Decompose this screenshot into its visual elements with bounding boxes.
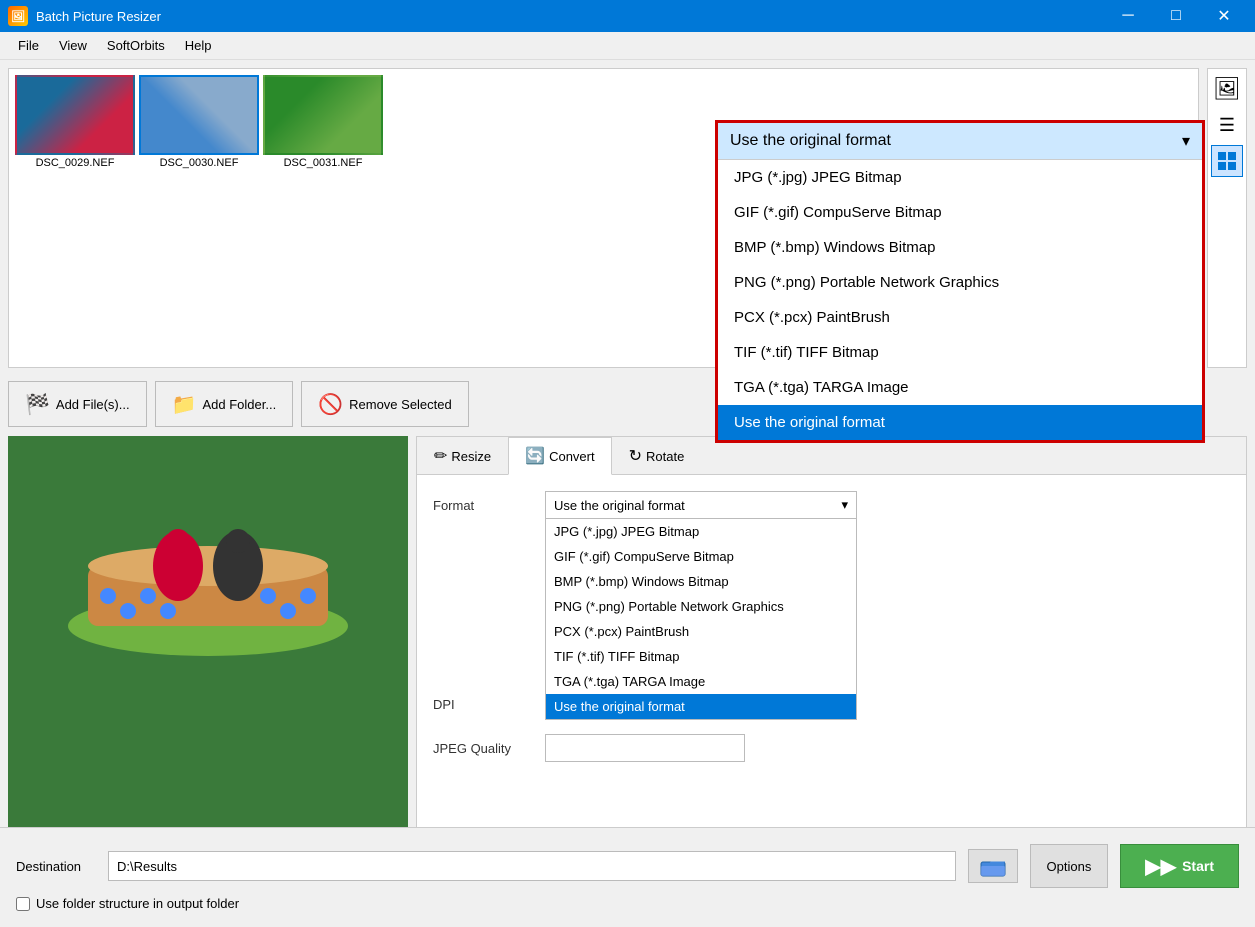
overlay-option-original[interactable]: Use the original format: [718, 405, 1202, 440]
convert-icon: 🔄: [525, 446, 545, 466]
overlay-option-pcx[interactable]: PCX (*.pcx) PaintBrush: [718, 300, 1202, 335]
add-files-button[interactable]: 🏁 Add File(s)...: [8, 381, 147, 427]
tab-resize[interactable]: ✏ Resize: [417, 437, 508, 474]
overlay-option-jpg[interactable]: JPG (*.jpg) JPEG Bitmap: [718, 160, 1202, 195]
format-option-bmp[interactable]: BMP (*.bmp) Windows Bitmap: [546, 569, 856, 594]
add-folder-button[interactable]: 📁 Add Folder...: [155, 381, 294, 427]
options-button[interactable]: Options: [1030, 844, 1109, 888]
menu-softorbits[interactable]: SoftOrbits: [97, 34, 175, 57]
jpeg-quality-label: JPEG Quality: [433, 741, 533, 756]
tab-rotate-label: Rotate: [646, 449, 684, 464]
titlebar: 🖼 Batch Picture Resizer ─ □ ✕: [0, 0, 1255, 32]
jpeg-quality-input[interactable]: [545, 734, 745, 762]
start-label: Start: [1182, 858, 1214, 874]
format-overlay-list: JPG (*.jpg) JPEG Bitmap GIF (*.gif) Comp…: [718, 159, 1202, 440]
overlay-option-tif[interactable]: TIF (*.tif) TIFF Bitmap: [718, 335, 1202, 370]
format-overlay-selected: Use the original format: [730, 132, 891, 150]
folder-structure-row: Use folder structure in output folder: [16, 896, 1239, 911]
format-option-original[interactable]: Use the original format: [546, 694, 856, 719]
sidebar-add-icon[interactable]: 🖼: [1211, 73, 1243, 105]
format-option-tif[interactable]: TIF (*.tif) TIFF Bitmap: [546, 644, 856, 669]
thumbnail-item[interactable]: DSC_0031.NEF: [263, 75, 383, 169]
tab-convert-label: Convert: [549, 449, 595, 464]
tab-rotate[interactable]: ↻ Rotate: [612, 437, 702, 474]
add-files-icon: 🏁: [25, 392, 50, 417]
overlay-option-tga[interactable]: TGA (*.tga) TARGA Image: [718, 370, 1202, 405]
remove-icon: 🚫: [318, 392, 343, 417]
format-dropdown-list: JPG (*.jpg) JPEG Bitmap GIF (*.gif) Comp…: [545, 519, 857, 720]
sidebar-grid-icon[interactable]: [1211, 145, 1243, 177]
start-arrow-icon: ▶▶: [1145, 854, 1176, 879]
thumbnail-label: DSC_0029.NEF: [36, 157, 115, 169]
add-folder-label: Add Folder...: [203, 397, 277, 412]
window-controls: ─ □ ✕: [1105, 0, 1247, 32]
overlay-option-bmp[interactable]: BMP (*.bmp) Windows Bitmap: [718, 230, 1202, 265]
start-button[interactable]: ▶▶ Start: [1120, 844, 1239, 888]
menu-file[interactable]: File: [8, 34, 49, 57]
thumbnail-item[interactable]: DSC_0030.NEF: [139, 75, 259, 169]
menu-view[interactable]: View: [49, 34, 97, 57]
bottom-bar: Destination Options ▶▶ Start Use folder …: [0, 827, 1255, 927]
tab-resize-label: Resize: [451, 449, 491, 464]
format-row: Format Use the original format ▾ JPG (*.…: [433, 491, 1230, 519]
jpeg-quality-row: JPEG Quality: [433, 734, 1230, 762]
format-dropdown-wrapper: Use the original format ▾ JPG (*.jpg) JP…: [545, 491, 857, 519]
format-overlay-header[interactable]: Use the original format ▾: [718, 123, 1202, 159]
format-option-png[interactable]: PNG (*.png) Portable Network Graphics: [546, 594, 856, 619]
thumbnail-label: DSC_0031.NEF: [284, 157, 363, 169]
format-chevron-icon: ▾: [841, 497, 848, 513]
destination-input[interactable]: [108, 851, 956, 881]
format-overlay-chevron: ▾: [1182, 131, 1190, 151]
menubar: File View SoftOrbits Help: [0, 32, 1255, 60]
form-area: Format Use the original format ▾ JPG (*.…: [417, 475, 1246, 778]
format-dropdown-header[interactable]: Use the original format ▾: [545, 491, 857, 519]
menu-help[interactable]: Help: [175, 34, 222, 57]
folder-structure-label: Use folder structure in output folder: [36, 896, 239, 911]
format-option-tga[interactable]: TGA (*.tga) TARGA Image: [546, 669, 856, 694]
add-files-label: Add File(s)...: [56, 397, 130, 412]
maximize-button[interactable]: □: [1153, 0, 1199, 32]
thumbnail-item[interactable]: DSC_0029.NEF: [15, 75, 135, 169]
overlay-option-png[interactable]: PNG (*.png) Portable Network Graphics: [718, 265, 1202, 300]
overlay-option-gif[interactable]: GIF (*.gif) CompuServe Bitmap: [718, 195, 1202, 230]
thumbnail-label: DSC_0030.NEF: [160, 157, 239, 169]
format-option-gif[interactable]: GIF (*.gif) CompuServe Bitmap: [546, 544, 856, 569]
format-option-jpg[interactable]: JPG (*.jpg) JPEG Bitmap: [546, 519, 856, 544]
destination-row: Destination Options ▶▶ Start: [16, 844, 1239, 888]
format-selected-value: Use the original format: [554, 498, 685, 513]
add-folder-icon: 📁: [172, 392, 197, 417]
side-toolbar: 🖼 ☰: [1207, 68, 1247, 368]
folder-structure-checkbox[interactable]: [16, 897, 30, 911]
close-button[interactable]: ✕: [1201, 0, 1247, 32]
format-overlay: Use the original format ▾ JPG (*.jpg) JP…: [715, 120, 1205, 443]
app-icon: 🖼: [8, 6, 28, 26]
format-label: Format: [433, 498, 533, 513]
rotate-icon: ↻: [629, 446, 642, 466]
tab-convert[interactable]: 🔄 Convert: [508, 437, 611, 475]
remove-selected-button[interactable]: 🚫 Remove Selected: [301, 381, 469, 427]
resize-icon: ✏: [434, 446, 447, 466]
remove-label: Remove Selected: [349, 397, 452, 412]
dpi-label: DPI: [433, 697, 533, 712]
destination-label: Destination: [16, 859, 96, 874]
minimize-button[interactable]: ─: [1105, 0, 1151, 32]
format-option-pcx[interactable]: PCX (*.pcx) PaintBrush: [546, 619, 856, 644]
app-title: Batch Picture Resizer: [36, 9, 1105, 24]
browse-button[interactable]: [968, 849, 1018, 883]
sidebar-list-icon[interactable]: ☰: [1211, 109, 1243, 141]
